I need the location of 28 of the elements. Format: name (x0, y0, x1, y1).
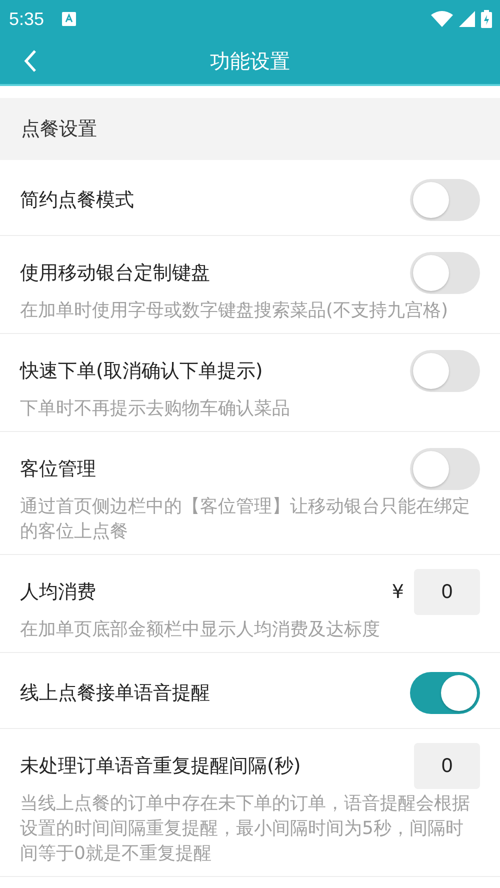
toggle-switch[interactable] (410, 448, 480, 490)
back-icon (23, 49, 37, 73)
setting-description: 在加单时使用字母或数字键盘搜索菜品(不支持九宫格) (20, 299, 450, 323)
number-field[interactable]: 0 (414, 569, 480, 615)
setting-description: 当线上点餐的订单中存在未下单的订单，语音提醒会根据设置的时间间隔重复提醒，最小间隔时间为5秒，间隔时间等于0就是不重复提醒 (20, 792, 471, 866)
battery-icon (481, 10, 492, 28)
setting-label: 使用移动银台定制键盘 (20, 261, 211, 286)
setting-label: 快速下单(取消确认下单提示) (20, 359, 264, 384)
setting-description: 通过首页侧边栏中的【客位管理】让移动银台只能在绑定的客位上点餐 (20, 495, 471, 544)
toggle-switch[interactable] (410, 672, 480, 714)
page-title: 功能设置 (209, 48, 291, 74)
setting-label: 客位管理 (20, 457, 97, 482)
toggle-switch[interactable] (410, 350, 480, 392)
status-time: 5:35 (9, 8, 44, 30)
setting-label: 人均消费 (20, 580, 97, 605)
signal-icon (459, 11, 475, 27)
toggle-switch[interactable] (410, 178, 480, 220)
setting-description: 下单时不再提示去购物车确认菜品 (20, 397, 291, 421)
setting-label: 简约点餐模式 (20, 188, 135, 212)
setting-description: 在加单页底部金额栏中显示人均消费及达标度 (20, 618, 381, 642)
number-field[interactable]: 0 (414, 743, 480, 789)
wifi-icon (431, 11, 453, 27)
keyboard-notification-icon (62, 12, 76, 26)
section-title: 点餐设置 (21, 117, 97, 142)
setting-label: 线上点餐接单语音提醒 (20, 680, 211, 706)
currency-symbol: ¥ (392, 581, 404, 603)
toggle-switch[interactable] (410, 252, 480, 294)
setting-label: 未处理订单语音重复提醒间隔(秒) (20, 754, 302, 779)
